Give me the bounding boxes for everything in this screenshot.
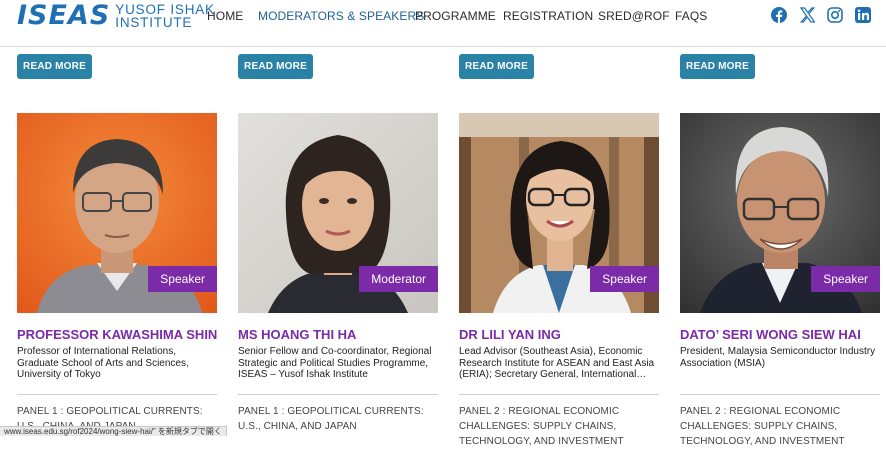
iseas-logo[interactable]: ISEAS YUSOF ISHAK INSTITUTE xyxy=(17,0,215,31)
logo-line-2: INSTITUTE xyxy=(115,15,193,30)
speaker-name[interactable]: PROFESSOR KAWASHIMA SHIN xyxy=(17,327,217,342)
divider xyxy=(680,394,880,395)
speaker-role: President, Malaysia Semiconductor Indust… xyxy=(680,346,876,369)
speaker-card[interactable]: Speaker DR LILI YAN ING Lead Advisor (So… xyxy=(459,113,659,449)
linkedin-icon[interactable] xyxy=(855,7,871,23)
speaker-card[interactable]: Speaker PROFESSOR KAWASHIMA SHIN Profess… xyxy=(17,113,217,434)
speaker-badge: Speaker xyxy=(811,266,880,292)
moderator-badge: Moderator xyxy=(359,266,438,292)
speaker-photo[interactable]: Speaker xyxy=(680,113,880,313)
read-more-button[interactable]: READ MORE xyxy=(238,54,313,79)
read-more-button[interactable]: READ MORE xyxy=(680,54,755,79)
nav-programme[interactable]: PROGRAMME xyxy=(415,9,496,23)
divider xyxy=(459,394,659,395)
speaker-name[interactable]: MS HOANG THI HA xyxy=(238,327,438,342)
speaker-photo[interactable]: Speaker xyxy=(459,113,659,313)
speaker-photo[interactable]: Moderator xyxy=(238,113,438,313)
speaker-role: Lead Advisor (Southeast Asia), Economic … xyxy=(459,346,655,381)
panel-info: PANEL 2 : REGIONAL ECONOMIC CHALLENGES: … xyxy=(459,406,624,447)
speaker-name[interactable]: DATO’ SERI WONG SIEW HAI xyxy=(680,327,880,342)
speaker-card[interactable]: Speaker DATO’ SERI WONG SIEW HAI Preside… xyxy=(680,113,880,449)
instagram-icon[interactable] xyxy=(827,7,843,23)
site-header: ISEAS YUSOF ISHAK INSTITUTE HOME MODERAT… xyxy=(0,0,886,47)
speaker-badge: Speaker xyxy=(590,266,659,292)
panel-info: PANEL 2 : REGIONAL ECONOMIC CHALLENGES: … xyxy=(680,406,845,447)
panel-info: PANEL 1 : GEOPOLITICAL CURRENTS: U.S., C… xyxy=(238,406,424,432)
facebook-icon[interactable] xyxy=(771,7,787,23)
speaker-role: Professor of International Relations, Gr… xyxy=(17,346,189,381)
nav-sred-rof[interactable]: SRED@ROF xyxy=(598,9,670,23)
speaker-name[interactable]: DR LILI YAN ING xyxy=(459,327,659,342)
divider xyxy=(17,394,217,395)
logo-mark: ISEAS xyxy=(17,0,111,31)
logo-text: YUSOF ISHAK INSTITUTE xyxy=(115,3,215,30)
read-more-button[interactable]: READ MORE xyxy=(459,54,534,79)
nav-faqs[interactable]: FAQS xyxy=(675,9,707,23)
nav-home[interactable]: HOME xyxy=(207,9,243,23)
speaker-badge: Speaker xyxy=(148,266,217,292)
speaker-role: Senior Fellow and Co-coordinator, Region… xyxy=(238,346,432,381)
x-icon[interactable] xyxy=(800,7,815,23)
speaker-card[interactable]: Moderator MS HOANG THI HA Senior Fellow … xyxy=(238,113,438,434)
speaker-photo[interactable]: Speaker xyxy=(17,113,217,313)
nav-moderators-speakers[interactable]: MODERATORS & SPEAKERS xyxy=(258,9,424,23)
divider xyxy=(238,394,438,395)
read-more-button[interactable]: READ MORE xyxy=(17,54,92,79)
nav-registration[interactable]: REGISTRATION xyxy=(503,9,593,23)
